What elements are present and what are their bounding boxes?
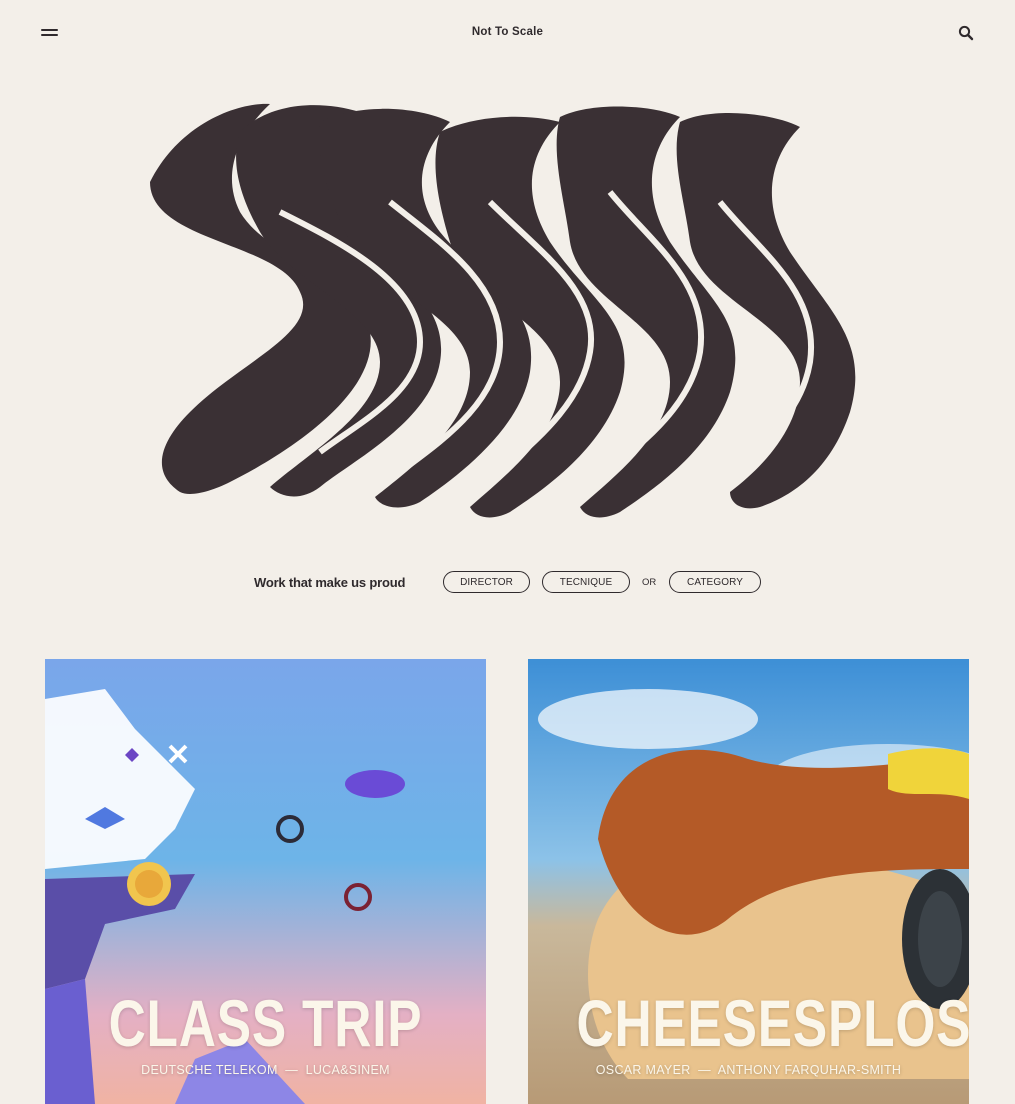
hero-wavy-logo-graphic [120, 92, 880, 532]
credit-separator: — [698, 1063, 711, 1077]
project-credits: OSCAR MAYER — ANTHONY FARQUHAR-SMITH [528, 1063, 969, 1077]
project-director: LUCA&SINEM [305, 1063, 390, 1077]
project-director: ANTHONY FARQUHAR-SMITH [717, 1063, 902, 1077]
project-card-class-trip[interactable]: CLASS TRIP DEUTSCHE TELEKOM — LUCA&SINEM [45, 659, 486, 1104]
or-separator: OR [642, 577, 657, 588]
filter-heading: Work that make us proud [254, 575, 406, 590]
project-client: DEUTSCHE TELEKOM [141, 1063, 278, 1077]
technique-filter-button[interactable]: TECNIQUE [542, 571, 630, 593]
director-filter-button[interactable]: DIRECTOR [443, 571, 530, 593]
work-filter-bar: Work that make us proud DIRECTOR TECNIQU… [0, 570, 1015, 598]
credit-separator: — [285, 1063, 299, 1077]
project-title: CLASS TRIP [108, 986, 423, 1060]
search-icon[interactable] [958, 25, 974, 41]
brand-logo-text[interactable]: Not To Scale [0, 26, 1015, 38]
project-title: CHEESESPLOSION [576, 986, 969, 1060]
project-card-cheesesplosion[interactable]: CHEESESPLOSION OSCAR MAYER — ANTHONY FAR… [528, 659, 969, 1104]
category-filter-button[interactable]: CATEGORY [669, 571, 761, 593]
project-credits: DEUTSCHE TELEKOM — LUCA&SINEM [45, 1063, 486, 1077]
project-client: OSCAR MAYER [595, 1063, 691, 1077]
top-nav: Not To Scale [0, 0, 1015, 66]
